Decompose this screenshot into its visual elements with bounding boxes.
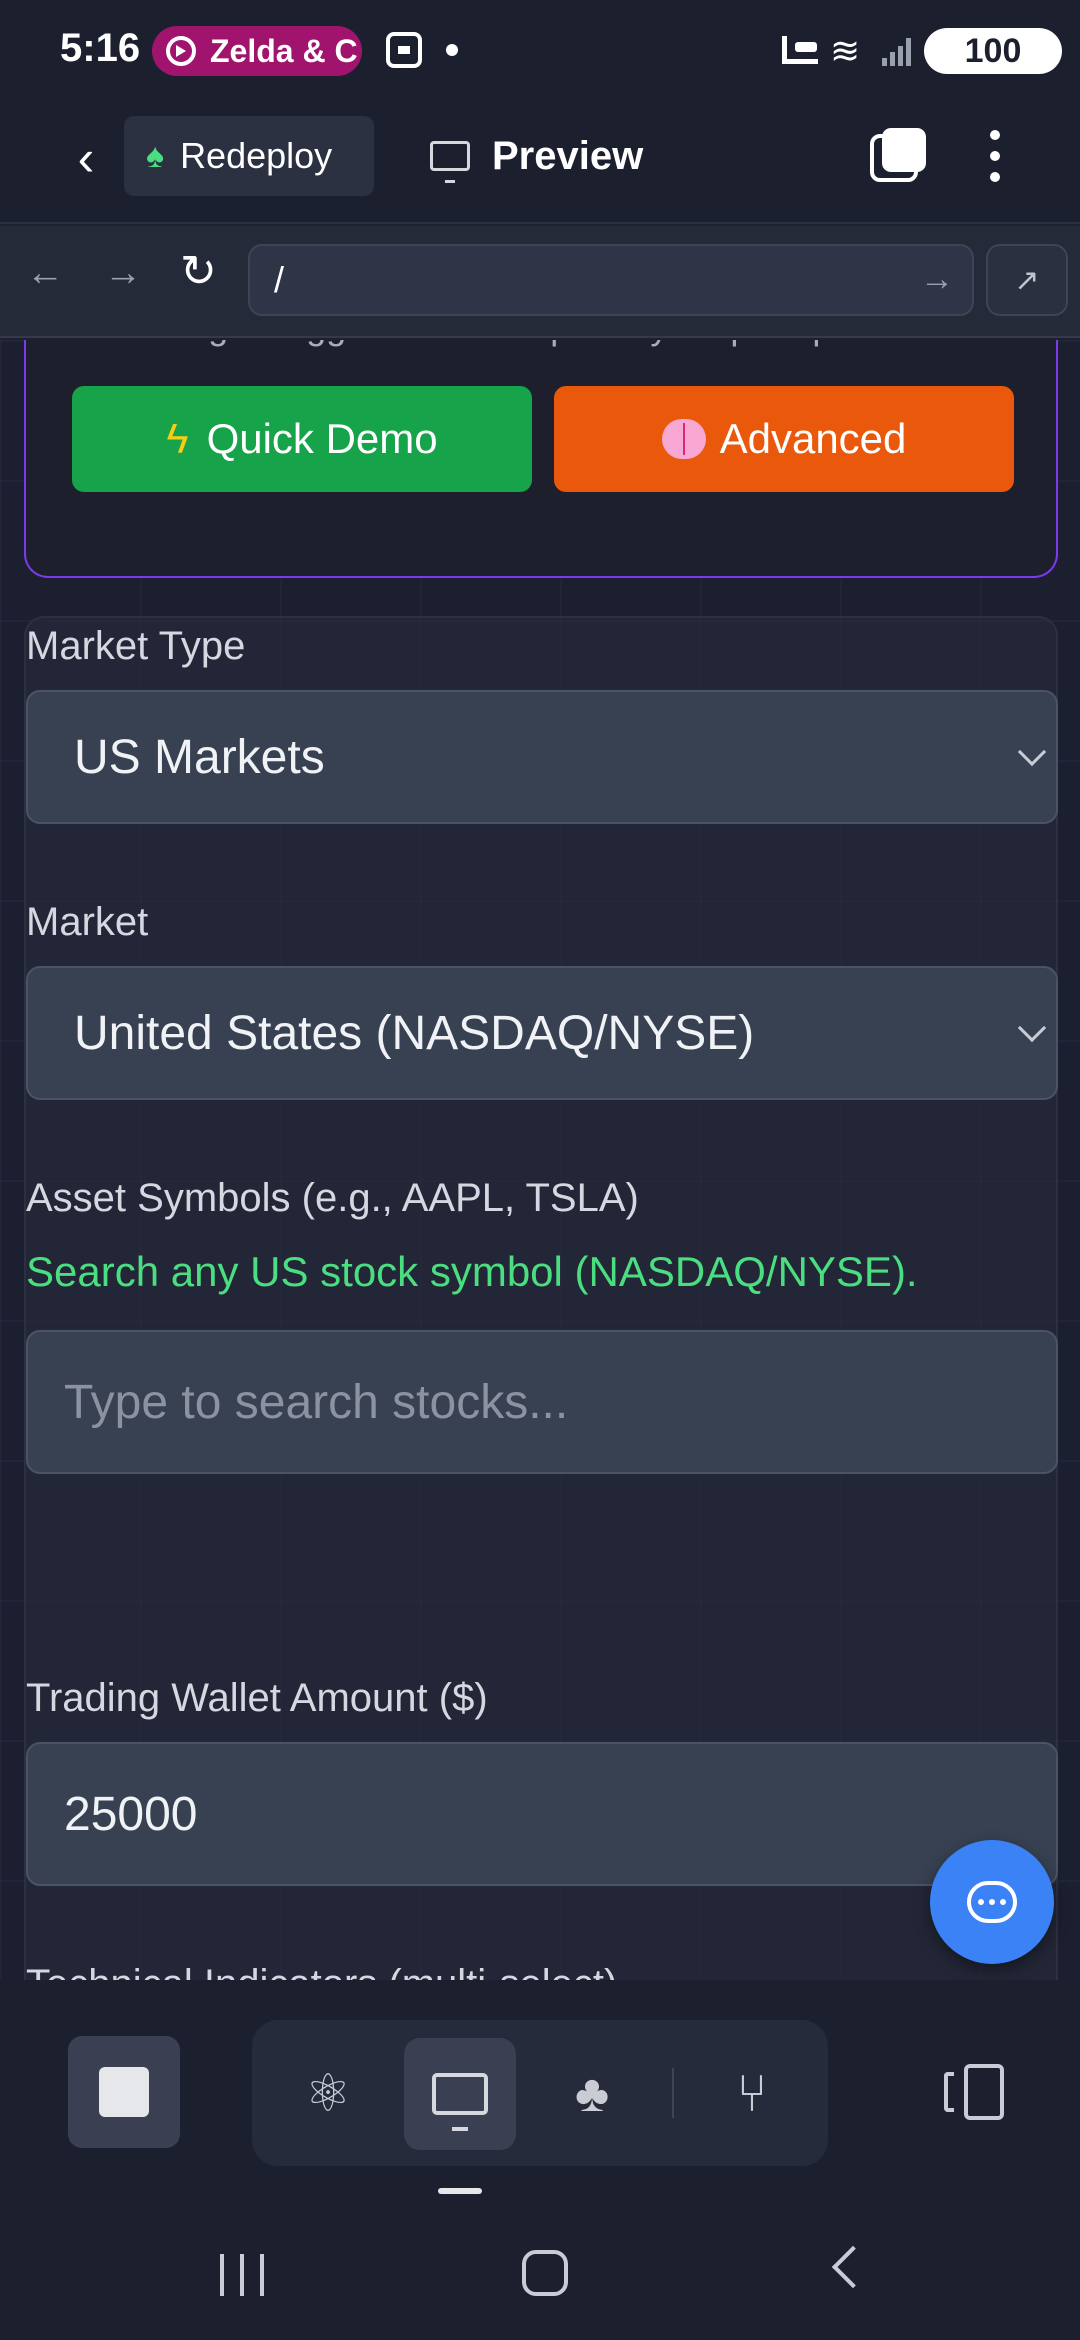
battery-indicator: 100 bbox=[924, 28, 1062, 74]
quick-demo-button[interactable]: ϟ Quick Demo bbox=[72, 386, 532, 492]
recent-apps-button[interactable] bbox=[220, 2254, 264, 2296]
play-icon bbox=[166, 36, 196, 66]
preview-tab[interactable]: Preview bbox=[430, 116, 643, 196]
wifi-icon: ≋ bbox=[830, 30, 861, 71]
lightning-icon: ϟ bbox=[166, 415, 189, 462]
status-time: 5:16 bbox=[60, 26, 141, 70]
market-type-value: US Markets bbox=[74, 730, 325, 784]
market-type-select[interactable]: US Markets bbox=[26, 690, 1058, 824]
asset-search-input[interactable]: Type to search stocks... bbox=[26, 1330, 1058, 1474]
screenshot-icon bbox=[386, 32, 422, 68]
monitor-icon bbox=[430, 141, 470, 183]
market-label: Market bbox=[26, 900, 149, 944]
app-header: ‹ ♠ Redeploy Preview bbox=[0, 104, 1080, 224]
notification-pill[interactable]: Zelda & C bbox=[152, 26, 362, 76]
brain-icon bbox=[661, 419, 706, 459]
workflow-icon: ⚛ bbox=[304, 2065, 352, 2123]
view-switcher: ⚛ ♣ ⑂ bbox=[252, 2020, 828, 2166]
url-input[interactable]: / → bbox=[248, 244, 974, 316]
technical-indicators-label: Technical Indicators (multi-select) bbox=[26, 1962, 617, 1980]
monitor-icon bbox=[432, 2073, 488, 2131]
home-indicator bbox=[438, 2188, 482, 2194]
market-select[interactable]: United States (NASDAQ/NYSE) bbox=[26, 966, 1058, 1100]
panel-toggle-button[interactable] bbox=[918, 2036, 1030, 2148]
url-text: / bbox=[274, 259, 285, 300]
tree-icon: ♣ bbox=[574, 2065, 610, 2123]
back-button[interactable]: ‹ bbox=[56, 128, 116, 188]
asset-symbols-hint: Search any US stock symbol (NASDAQ/NYSE)… bbox=[26, 1248, 918, 1295]
system-back-button[interactable] bbox=[831, 2245, 875, 2289]
advanced-button[interactable]: Advanced bbox=[554, 386, 1014, 492]
market-type-label: Market Type bbox=[26, 624, 246, 668]
battery-level: 100 bbox=[964, 31, 1022, 70]
asset-search-placeholder: Type to search stocks... bbox=[64, 1375, 569, 1429]
preview-label: Preview bbox=[492, 133, 644, 178]
quick-demo-label: Quick Demo bbox=[206, 415, 438, 462]
tabs-button[interactable] bbox=[870, 128, 926, 184]
stop-icon bbox=[99, 2067, 149, 2117]
go-arrow-icon[interactable]: → bbox=[920, 260, 954, 299]
system-navigation bbox=[0, 2220, 1080, 2340]
market-value: United States (NASDAQ/NYSE) bbox=[74, 1006, 755, 1060]
preview-content: wand to get suggestions or improve your … bbox=[0, 340, 1080, 1980]
stop-button[interactable] bbox=[68, 2036, 180, 2148]
browser-forward-icon[interactable]: → bbox=[104, 252, 142, 295]
bottom-toolbar: ⚛ ♣ ⑂ bbox=[0, 1980, 1080, 2340]
git-view-button[interactable]: ⑂ bbox=[696, 2038, 808, 2150]
signal-icon bbox=[882, 34, 916, 66]
chevron-down-icon bbox=[1017, 737, 1047, 767]
agent-view-button[interactable]: ⚛ bbox=[272, 2038, 384, 2150]
wallet-amount-value: 25000 bbox=[64, 1787, 198, 1841]
tree-icon: ♠ bbox=[146, 136, 165, 175]
asset-symbols-label: Asset Symbols (e.g., AAPL, TSLA) bbox=[26, 1176, 639, 1220]
wallet-amount-input[interactable]: 25000 bbox=[26, 1742, 1058, 1886]
redeploy-button[interactable]: ♠ Redeploy bbox=[124, 116, 374, 196]
divider bbox=[672, 2068, 674, 2118]
chevron-down-icon bbox=[1017, 1013, 1047, 1043]
home-button[interactable] bbox=[522, 2250, 568, 2296]
prompt-card: wand to get suggestions or improve your … bbox=[24, 340, 1058, 578]
browser-toolbar: ← → ↻ / → ↗ bbox=[0, 226, 1080, 338]
browser-back-icon[interactable]: ← bbox=[26, 252, 64, 295]
reload-icon[interactable]: ↻ bbox=[180, 246, 217, 297]
form-panel: Market Type US Markets Market United Sta… bbox=[24, 616, 1058, 1980]
chat-button[interactable] bbox=[930, 1840, 1054, 1964]
deploy-view-button[interactable]: ♣ bbox=[536, 2038, 648, 2150]
chat-icon bbox=[967, 1881, 1017, 1923]
wallet-amount-label: Trading Wallet Amount ($) bbox=[26, 1676, 488, 1720]
redeploy-label: Redeploy bbox=[180, 135, 333, 176]
open-external-icon[interactable]: ↗ bbox=[986, 244, 1068, 316]
branch-icon: ⑂ bbox=[736, 2065, 768, 2123]
notification-text: Zelda & C bbox=[210, 32, 358, 69]
notification-dot-icon bbox=[446, 44, 458, 56]
sleep-mode-icon bbox=[782, 36, 818, 64]
panel-icon bbox=[944, 2072, 954, 2112]
advanced-label: Advanced bbox=[719, 415, 907, 462]
prompt-help-text: wand to get suggestions or improve your … bbox=[72, 340, 852, 348]
more-options-button[interactable] bbox=[980, 124, 1010, 188]
preview-view-button[interactable] bbox=[404, 2038, 516, 2150]
status-bar: 5:16 Zelda & C ≋ 100 bbox=[0, 0, 1080, 104]
